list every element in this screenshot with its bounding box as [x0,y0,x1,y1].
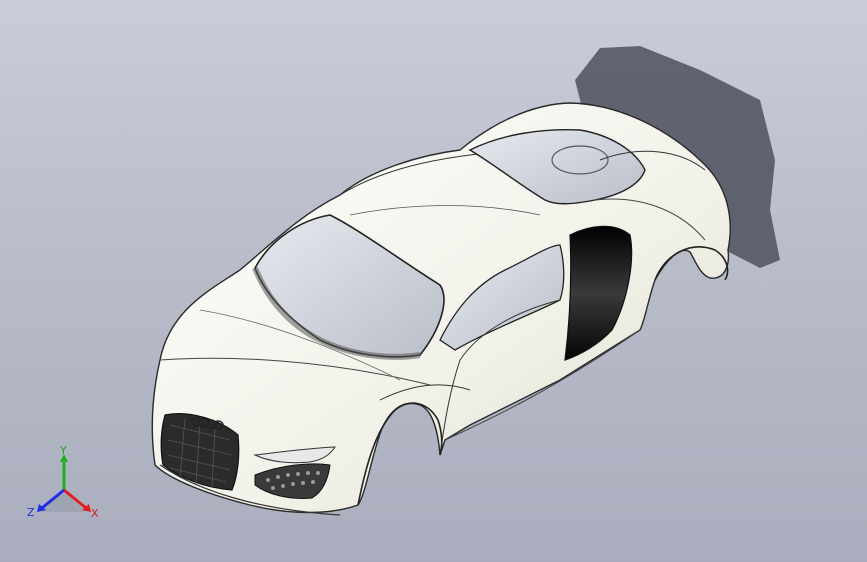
y-axis-label: Y [59,446,67,457]
z-axis-label: Z [27,506,35,519]
orientation-triad[interactable]: Y X Z [22,446,108,526]
graphics-viewport[interactable]: Y X Z [0,0,867,562]
x-axis-label: X [91,507,99,520]
car-body-model[interactable] [0,0,867,562]
